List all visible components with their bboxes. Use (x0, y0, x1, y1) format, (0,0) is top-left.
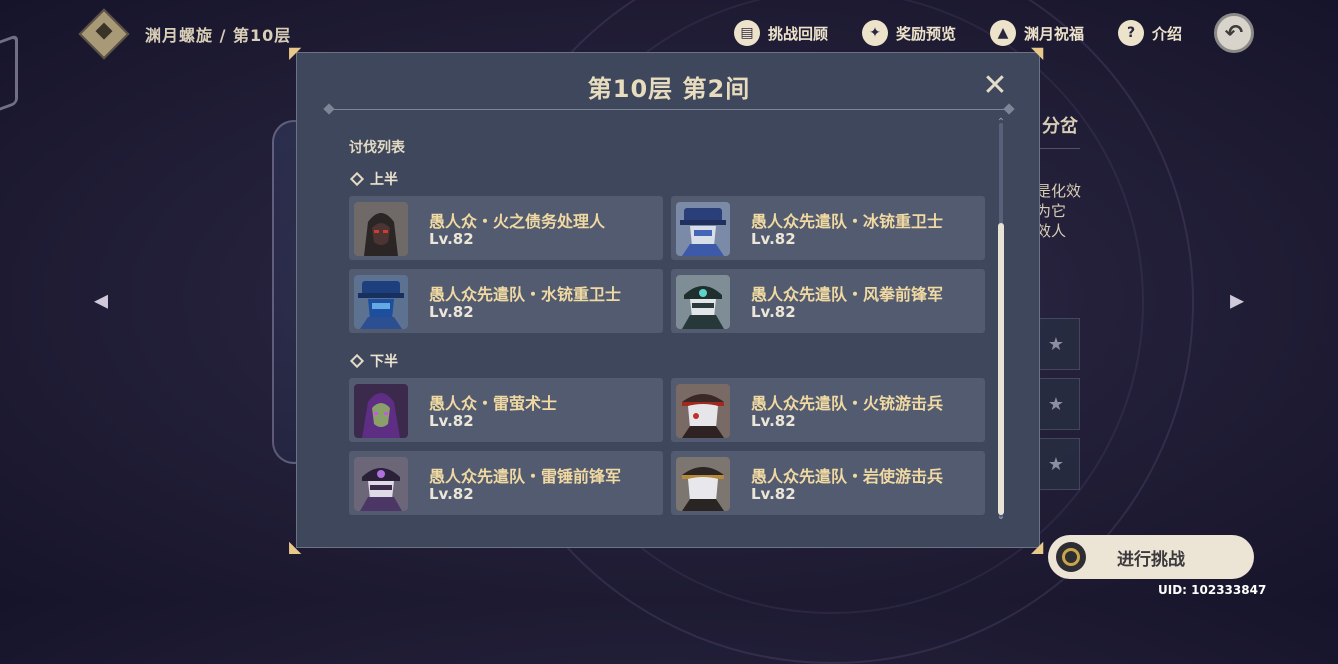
enemy-level: Lv.82 (429, 485, 474, 503)
enemy-name: 愚人众先遣队・岩使游击兵 (751, 467, 944, 486)
enemy-portrait (354, 384, 408, 438)
enemy-name: 愚人众先遣队・水铳重卫士 (429, 285, 622, 304)
peek-divider (1040, 148, 1080, 149)
question-icon: ? (1118, 20, 1144, 46)
enemy-card[interactable]: 愚人众・雷萤术士 Lv.82 (349, 378, 663, 442)
peek-text-line: 是化效 (1036, 182, 1082, 200)
challenge-ring-icon (1056, 542, 1086, 572)
corner-ornament-icon: ◤ (289, 43, 302, 62)
enemy-level: Lv.82 (429, 412, 474, 430)
title-divider (327, 109, 1011, 110)
enemy-level: Lv.82 (751, 303, 796, 321)
enemy-level: Lv.82 (751, 485, 796, 503)
enemy-portrait (676, 202, 730, 256)
enemy-portrait (676, 275, 730, 329)
enemy-name: 愚人众先遣队・雷锤前锋军 (429, 467, 622, 486)
enemy-card[interactable]: 愚人众先遣队・雷锤前锋军 Lv.82 (349, 451, 663, 515)
spiral-abyss-icon (78, 8, 130, 60)
enemy-portrait (676, 384, 730, 438)
enemy-name: 愚人众・火之债务处理人 (429, 212, 606, 231)
second-half-heading: 下半 (349, 351, 398, 371)
peek-text-line: 效人 (1036, 222, 1067, 240)
book-icon: ▤ (734, 20, 760, 46)
uid-label: UID: 102333847 (1158, 583, 1267, 597)
diamond-icon (349, 171, 365, 187)
enemy-level: Lv.82 (429, 230, 474, 248)
previous-chamber-arrow-icon[interactable]: ◂ (86, 283, 116, 316)
enemy-card[interactable]: 愚人众先遣队・岩使游击兵 Lv.82 (671, 451, 985, 515)
peek-text-line: 为它 (1036, 202, 1067, 220)
enemy-level: Lv.82 (751, 230, 796, 248)
peek-heading: 分岔 (1042, 116, 1078, 137)
enemy-list-heading: 讨伐列表 (349, 140, 405, 156)
enemy-list-dialog: ◤ ◥ ◣ ◢ 第10层 第2间 ✕ 讨伐列表 上半 愚人众・火之债务处理人 L… (289, 45, 1043, 555)
enemy-portrait (676, 457, 730, 511)
enemy-card[interactable]: 愚人众先遣队・冰铳重卫士 Lv.82 (671, 196, 985, 260)
back-button[interactable]: ↶ (1214, 13, 1254, 53)
enemy-card[interactable]: 愚人众先遣队・水铳重卫士 Lv.82 (349, 269, 663, 333)
dialog-title: 第10层 第2间 (587, 75, 751, 103)
scroll-down-icon[interactable]: ⌄ (995, 511, 1007, 522)
enemy-level: Lv.82 (429, 303, 474, 321)
enemy-level: Lv.82 (751, 412, 796, 430)
close-button[interactable]: ✕ (979, 67, 1011, 103)
scrollbar-thumb[interactable] (998, 223, 1004, 515)
close-icon: ✕ (982, 67, 1008, 103)
reward-preview-button[interactable]: ✦ 奖励预览 (862, 18, 956, 48)
diamond-icon (349, 353, 365, 369)
enemy-card[interactable]: 愚人众・火之债务处理人 Lv.82 (349, 196, 663, 260)
introduction-button[interactable]: ? 介绍 (1118, 18, 1182, 48)
back-arrow-icon: ↶ (1224, 20, 1244, 46)
up-arrow-icon: ▲ (990, 20, 1016, 46)
enemy-card[interactable]: 愚人众先遣队・风拳前锋军 Lv.82 (671, 269, 985, 333)
corner-ornament-icon: ◥ (1031, 43, 1044, 62)
enemy-name: 愚人众・雷萤术士 (429, 394, 558, 413)
next-chamber-arrow-icon[interactable]: ▸ (1222, 283, 1252, 316)
corner-ornament-icon: ◣ (289, 537, 302, 556)
enemy-portrait (354, 202, 408, 256)
star-badge-icon: ✦ (862, 20, 888, 46)
enemy-card[interactable]: 愚人众先遣队・火铳游击兵 Lv.82 (671, 378, 985, 442)
first-half-heading: 上半 (349, 169, 398, 189)
enemy-portrait (354, 457, 408, 511)
enemy-name: 愚人众先遣队・风拳前锋军 (751, 285, 944, 304)
challenge-review-button[interactable]: ▤ 挑战回顾 (734, 18, 828, 48)
start-challenge-button[interactable]: 进行挑战 (1048, 535, 1254, 579)
breadcrumb: 渊月螺旋 / 第10层 (145, 26, 292, 45)
enemy-name: 愚人众先遣队・冰铳重卫士 (751, 212, 944, 231)
corner-ornament-icon: ◢ (1031, 537, 1044, 556)
enemy-name: 愚人众先遣队・火铳游击兵 (751, 394, 944, 413)
enemy-portrait (354, 275, 408, 329)
